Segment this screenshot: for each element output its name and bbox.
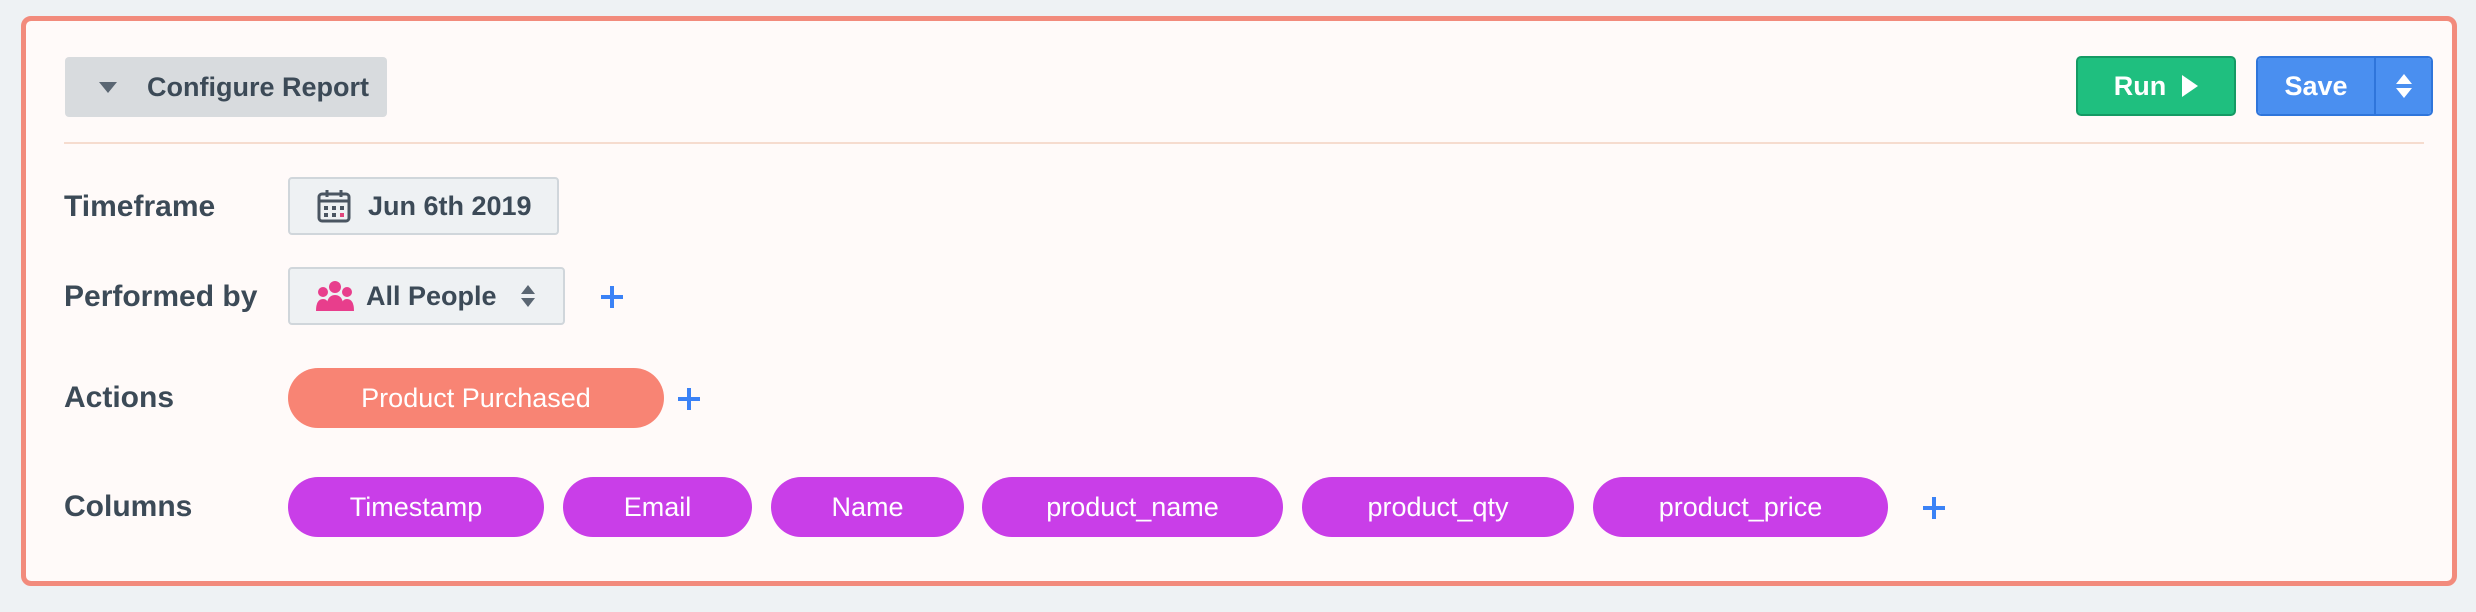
column-pill-product-name[interactable]: product_name bbox=[982, 477, 1283, 537]
column-pill-name[interactable]: Name bbox=[771, 477, 964, 537]
action-pill[interactable]: Product Purchased bbox=[288, 368, 664, 428]
column-pill-product-price[interactable]: product_price bbox=[1593, 477, 1888, 537]
timeframe-picker[interactable]: Jun 6th 2019 bbox=[288, 177, 559, 235]
column-pill-label: product_price bbox=[1658, 491, 1823, 522]
caret-down-icon bbox=[99, 81, 117, 93]
save-label: Save bbox=[2284, 70, 2348, 101]
run-button[interactable]: Run bbox=[2076, 56, 2236, 116]
column-pill-label: product_qty bbox=[1367, 491, 1509, 522]
column-pill-email[interactable]: Email bbox=[563, 477, 752, 537]
add-column-plus-icon[interactable] bbox=[1919, 493, 1949, 523]
performed-by-label: Performed by bbox=[64, 280, 258, 313]
actions-label: Actions bbox=[64, 381, 175, 414]
column-pill-label: Timestamp bbox=[349, 491, 483, 522]
configure-report-label: Configure Report bbox=[147, 71, 369, 102]
play-icon bbox=[2182, 75, 2199, 97]
people-selector[interactable]: All People bbox=[288, 267, 565, 325]
column-pill-label: Name bbox=[831, 491, 904, 522]
sort-arrows-icon bbox=[520, 285, 535, 307]
run-label: Run bbox=[2113, 70, 2167, 101]
report-config-panel: Configure Report Run Save Timeframe Jun … bbox=[21, 16, 2457, 586]
calendar-icon bbox=[317, 190, 351, 223]
timeframe-label: Timeframe bbox=[64, 190, 216, 223]
timeframe-value: Jun 6th 2019 bbox=[368, 190, 532, 221]
add-filter-plus-icon[interactable] bbox=[597, 282, 627, 312]
header-divider bbox=[64, 142, 2424, 144]
people-value: All People bbox=[366, 280, 497, 311]
action-pill-label: Product Purchased bbox=[361, 382, 591, 413]
sort-arrows-icon bbox=[2395, 74, 2412, 98]
people-icon bbox=[316, 281, 354, 311]
column-pill-label: product_name bbox=[1046, 491, 1219, 522]
columns-label: Columns bbox=[64, 490, 193, 523]
save-options-button[interactable] bbox=[2376, 58, 2431, 114]
configure-report-toggle[interactable]: Configure Report bbox=[65, 57, 387, 117]
column-pill-product-qty[interactable]: product_qty bbox=[1302, 477, 1574, 537]
column-pill-label: Email bbox=[623, 491, 692, 522]
save-button[interactable]: Save bbox=[2258, 58, 2376, 114]
add-action-plus-icon[interactable] bbox=[674, 384, 704, 414]
save-button-group: Save bbox=[2256, 56, 2433, 116]
column-pill-timestamp[interactable]: Timestamp bbox=[288, 477, 544, 537]
